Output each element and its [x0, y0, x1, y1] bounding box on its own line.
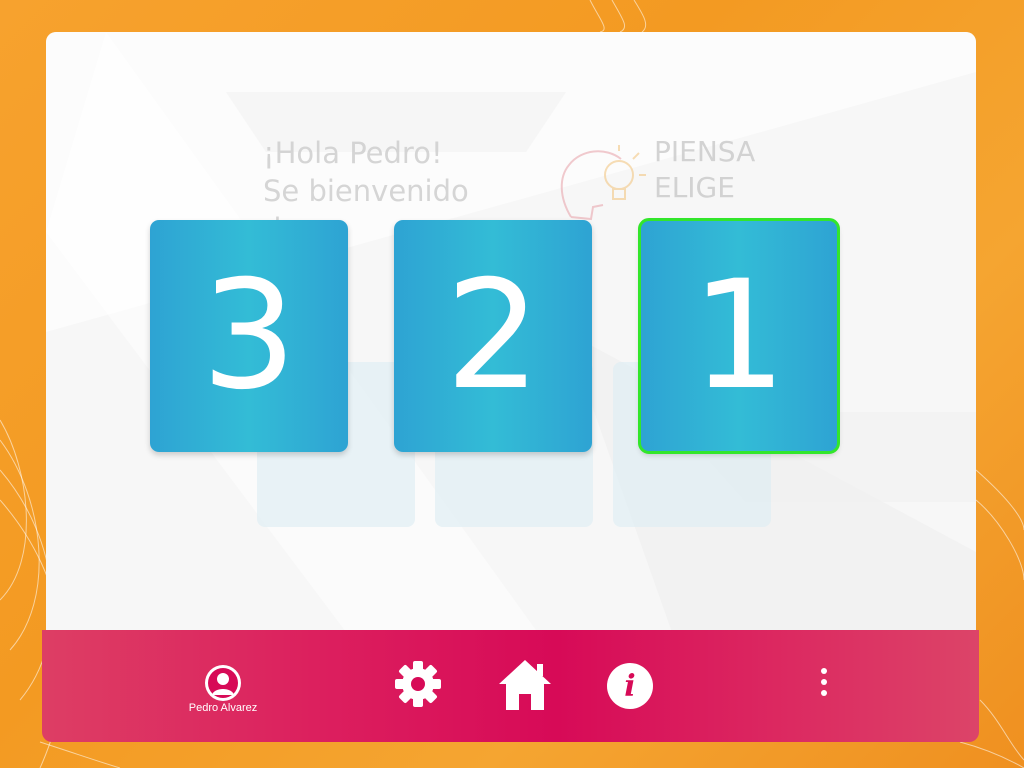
info-icon: i [607, 663, 653, 709]
ghost-think-line-2: ELIGE [654, 171, 735, 204]
info-button[interactable]: i [607, 663, 653, 709]
countdown-card-3[interactable]: 3 [150, 220, 348, 452]
bottom-navigation-bar: Pedro Alvarez i [42, 630, 979, 742]
ghost-think-text: PIENSA ELIGE [654, 134, 755, 206]
countdown-card-2[interactable]: 2 [394, 220, 592, 452]
user-profile[interactable]: Pedro Alvarez [178, 665, 268, 714]
user-name: Pedro Alvarez [188, 702, 258, 714]
gear-icon [395, 661, 441, 707]
more-options-button[interactable] [818, 668, 830, 702]
ghost-greeting-line-1: ¡Hola Pedro! [263, 136, 443, 170]
countdown-number: 3 [201, 249, 297, 423]
ghost-think-line-1: PIENSA [654, 135, 756, 168]
ghost-greeting-line-2: Se bienvenido [263, 174, 469, 208]
head-lightbulb-icon [560, 145, 646, 221]
countdown-card-1[interactable]: 1 [638, 218, 840, 454]
kebab-menu-icon [818, 668, 830, 696]
countdown-number: 1 [691, 249, 787, 423]
home-button[interactable] [497, 656, 553, 717]
user-avatar-icon [205, 665, 241, 701]
main-panel: ¡Hola Pedro! Se bienvenido do PIENSA ELI… [46, 32, 976, 672]
settings-button[interactable] [394, 660, 442, 713]
home-icon [499, 660, 551, 710]
countdown-number: 2 [445, 249, 541, 423]
